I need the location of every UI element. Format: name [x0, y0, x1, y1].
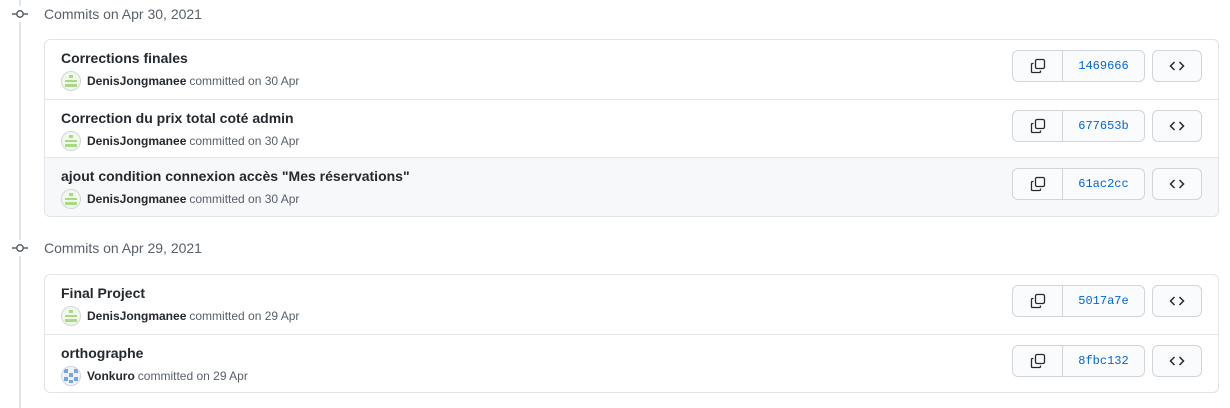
copy-sha-button[interactable] — [1013, 169, 1063, 199]
code-icon — [1169, 296, 1185, 306]
avatar[interactable] — [61, 130, 81, 151]
commit-row[interactable]: Correction du prix total coté admin Deni… — [45, 98, 1218, 158]
commit-group-header: Commits on Apr 29, 2021 — [0, 234, 1230, 262]
code-icon — [1169, 355, 1185, 366]
browse-repo-button[interactable] — [1152, 344, 1202, 377]
copy-icon — [1030, 118, 1045, 133]
commit-sha-link[interactable]: 5017a7e — [1063, 286, 1144, 316]
copy-sha-button[interactable] — [1013, 286, 1063, 316]
sha-button-group: 677653b — [1012, 109, 1145, 142]
commit-list: Final Project DenisJongmanee committed o… — [44, 274, 1219, 393]
commit-date: committed on 29 Apr — [189, 309, 300, 323]
commit-message-link[interactable]: ajout condition connexion accès "Mes rés… — [61, 168, 410, 184]
author-link[interactable]: DenisJongmanee — [87, 74, 186, 88]
commit-sha-link[interactable]: 8fbc132 — [1063, 346, 1144, 376]
copy-icon — [1030, 58, 1045, 74]
author-link[interactable]: DenisJongmanee — [87, 134, 186, 148]
commit-meta: DenisJongmanee committed on 29 Apr — [61, 306, 299, 326]
commit-meta: DenisJongmanee committed on 30 Apr — [61, 71, 299, 91]
avatar[interactable] — [61, 365, 81, 386]
commit-message-link[interactable]: Corrections finales — [61, 50, 188, 66]
commit-sha-link[interactable]: 677653b — [1063, 111, 1144, 141]
timeline-line — [19, 0, 21, 408]
browse-repo-button[interactable] — [1152, 285, 1202, 317]
commit-date: committed on 30 Apr — [189, 133, 300, 148]
copy-icon — [1030, 293, 1045, 309]
browse-repo-button[interactable] — [1152, 109, 1202, 142]
code-icon — [1169, 179, 1185, 189]
copy-sha-button[interactable] — [1013, 345, 1063, 376]
commit-date: committed on 29 Apr — [137, 368, 248, 383]
avatar[interactable] — [61, 306, 81, 326]
commit-row[interactable]: ajout condition connexion accès "Mes rés… — [45, 157, 1218, 216]
commit-row[interactable]: Final Project DenisJongmanee committed o… — [45, 275, 1218, 334]
commit-row[interactable]: Corrections finales DenisJongmanee commi… — [45, 40, 1218, 99]
commit-meta: DenisJongmanee committed on 30 Apr — [61, 189, 299, 209]
author-link[interactable]: Vonkuro — [87, 369, 135, 383]
copy-sha-button[interactable] — [1013, 51, 1063, 81]
commit-group-title: Commits on Apr 29, 2021 — [44, 240, 202, 256]
commit-sha-link[interactable]: 61ac2cc — [1063, 169, 1144, 199]
copy-sha-button[interactable] — [1013, 110, 1063, 141]
commit-date: committed on 30 Apr — [189, 192, 300, 206]
commit-list: Corrections finales DenisJongmanee commi… — [44, 39, 1219, 217]
commit-row[interactable]: orthographe Vonkuro committed on 29 Apr … — [45, 333, 1218, 393]
commit-meta: DenisJongmanee committed on 30 Apr — [61, 130, 300, 151]
commit-date: committed on 30 Apr — [189, 74, 300, 88]
copy-icon — [1030, 176, 1045, 192]
sha-button-group: 8fbc132 — [1012, 344, 1145, 377]
commit-message-link[interactable]: Final Project — [61, 285, 145, 301]
author-link[interactable]: DenisJongmanee — [87, 192, 186, 206]
commit-group-header: Commits on Apr 30, 2021 — [0, 0, 1230, 28]
avatar[interactable] — [61, 189, 81, 209]
copy-icon — [1030, 353, 1045, 368]
sha-button-group: 61ac2cc — [1012, 168, 1145, 200]
commit-message-link[interactable]: orthographe — [61, 345, 143, 361]
commit-message-link[interactable]: Correction du prix total coté admin — [61, 110, 294, 126]
git-commit-icon — [10, 6, 30, 22]
commit-group-title: Commits on Apr 30, 2021 — [44, 6, 202, 22]
commit-sha-link[interactable]: 1469666 — [1063, 51, 1144, 81]
author-link[interactable]: DenisJongmanee — [87, 309, 186, 323]
code-icon — [1169, 61, 1185, 71]
sha-button-group: 1469666 — [1012, 50, 1145, 82]
commit-meta: Vonkuro committed on 29 Apr — [61, 365, 248, 386]
git-commit-icon — [10, 240, 30, 256]
browse-repo-button[interactable] — [1152, 50, 1202, 82]
code-icon — [1169, 120, 1185, 131]
avatar[interactable] — [61, 71, 81, 91]
sha-button-group: 5017a7e — [1012, 285, 1145, 317]
browse-repo-button[interactable] — [1152, 168, 1202, 200]
